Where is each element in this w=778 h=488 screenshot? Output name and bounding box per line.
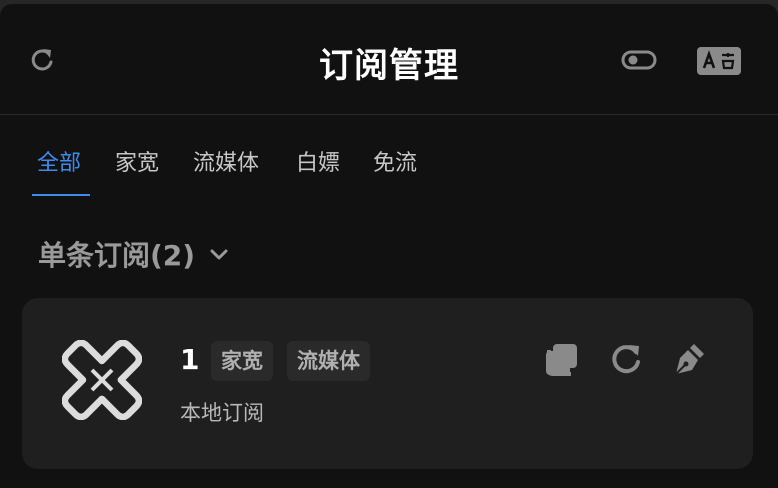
tab-data-free[interactable]: 免流 bbox=[373, 144, 417, 184]
tab-home-broadband[interactable]: 家宽 bbox=[115, 144, 159, 184]
theme-toggle-button[interactable] bbox=[621, 48, 657, 72]
update-subscription-button[interactable] bbox=[607, 340, 645, 378]
subscription-card[interactable]: 1 家宽 流媒体 本地订阅 bbox=[22, 298, 753, 469]
edit-pen-icon bbox=[675, 344, 704, 375]
tab-all[interactable]: 全部 bbox=[37, 144, 81, 184]
copy-button[interactable] bbox=[543, 340, 581, 378]
tag-streaming: 流媒体 bbox=[287, 341, 370, 381]
header: 订阅管理 bbox=[0, 4, 778, 115]
subscription-logo-icon bbox=[62, 340, 142, 420]
group-toggle[interactable]: 单条订阅(2) bbox=[38, 232, 231, 276]
subscription-name: 1 bbox=[180, 343, 200, 376]
subscription-manager-panel: 订阅管理 全部 家宽 流媒体 白嫖 免流 单条订阅(2) 1 家宽 流媒体 本地… bbox=[0, 4, 778, 488]
tab-streaming[interactable]: 流媒体 bbox=[193, 144, 259, 184]
chevron-down-icon bbox=[210, 249, 228, 260]
subscription-type: 本地订阅 bbox=[180, 401, 264, 425]
page-title: 订阅管理 bbox=[319, 46, 459, 86]
tab-free[interactable]: 白嫖 bbox=[296, 144, 340, 184]
active-tab-indicator bbox=[32, 194, 90, 196]
tag-home-broadband: 家宽 bbox=[211, 341, 273, 381]
toggle-icon bbox=[621, 50, 657, 70]
edit-button[interactable] bbox=[670, 340, 708, 378]
refresh-icon bbox=[612, 345, 640, 374]
language-button[interactable] bbox=[696, 46, 742, 76]
group-title: 单条订阅(2) bbox=[38, 239, 196, 272]
translate-icon bbox=[697, 47, 741, 75]
copy-icon bbox=[546, 344, 577, 376]
